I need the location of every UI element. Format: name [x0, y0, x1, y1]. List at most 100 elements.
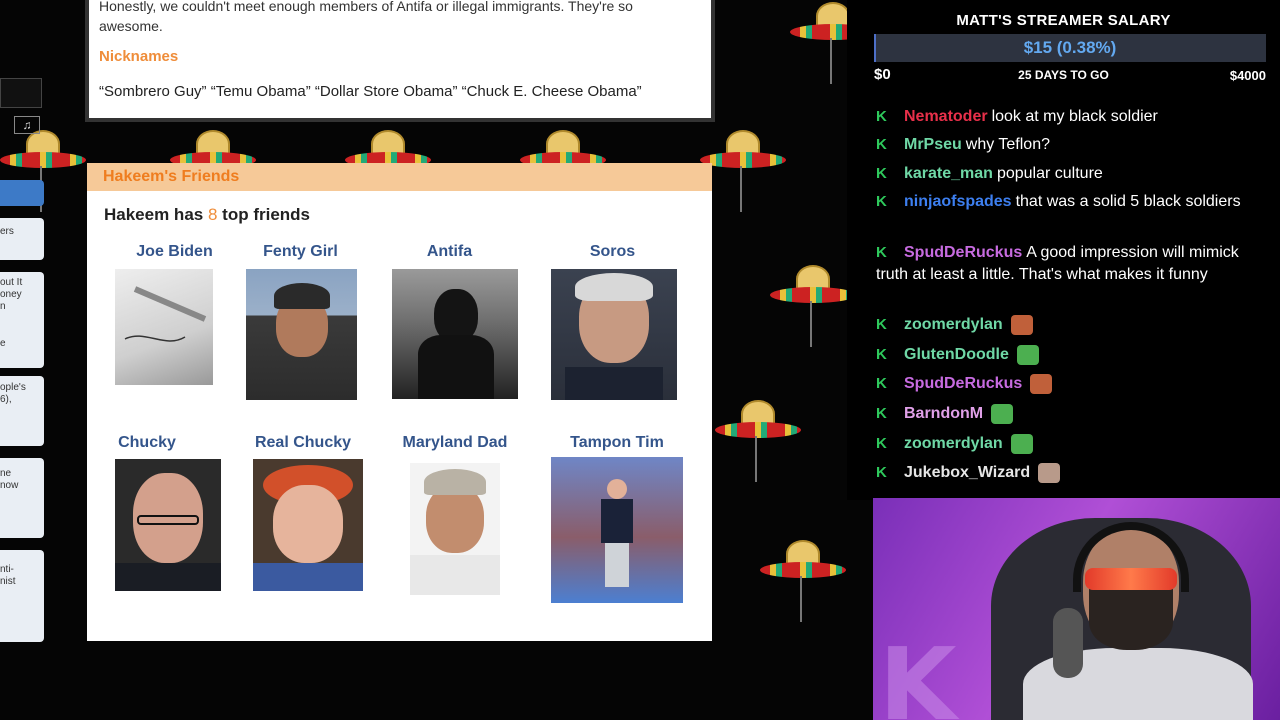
left-snippet: ers — [0, 226, 14, 237]
friend-tampon-tim[interactable]: Tampon Tim — [557, 434, 677, 452]
emote-icon — [1016, 344, 1039, 365]
sombrero-decoration — [700, 130, 786, 212]
left-snippet: nti- nist — [0, 564, 16, 587]
chat-username[interactable]: SpudDeRuckus — [904, 244, 1022, 261]
friend-fenty-girl[interactable]: Fenty Girl — [233, 243, 368, 261]
chat-message: K BarndonM — [876, 403, 1272, 425]
friends-count: Hakeem has 8 top friends — [104, 205, 311, 224]
kick-badge-icon: K — [876, 165, 887, 182]
left-panel-card — [0, 218, 44, 260]
sombrero-decoration — [715, 400, 801, 482]
chat-message: Kzoomerdylan — [876, 314, 1272, 336]
emote-icon — [1030, 373, 1053, 394]
beard — [1089, 588, 1173, 650]
music-note-icon[interactable]: ♫ — [14, 116, 40, 134]
left-snippet: out It oney n — [0, 277, 23, 312]
chat-username[interactable]: karate_man — [904, 165, 993, 182]
friend-photo-fenty-girl — [246, 269, 357, 400]
emote-icon — [991, 403, 1014, 424]
profile-card: Honestly, we couldn't meet enough member… — [85, 0, 715, 122]
left-browser-window: ♫ ers out It oney n e ople's 6), ne now … — [0, 0, 44, 648]
friend-photo-antifa — [392, 269, 518, 399]
friend-name: Joe Biden — [136, 243, 213, 260]
friend-photo-tampon-tim — [551, 457, 683, 603]
chat-message: K Jukebox_Wizard — [876, 462, 1272, 484]
chat-message: Kkarate_man popular culture — [876, 163, 1272, 185]
chat-message: Kninjaofspades that was a solid 5 black s… — [876, 191, 1272, 213]
chat-message: K GlutenDoodle — [876, 344, 1272, 366]
left-snippet: ople's 6), — [0, 382, 26, 405]
friends-card: Hakeem's Friends Hakeem has 8 top friend… — [87, 163, 712, 641]
nicknames-heading: Nicknames — [99, 48, 179, 65]
friend-photo-soros — [551, 269, 677, 400]
chat-message: K MrPseu why Teflon? — [876, 134, 1272, 156]
chat-text: that was a solid 5 black soldiers — [1015, 193, 1241, 210]
friend-name: Chucky — [118, 434, 176, 451]
sombrero-decoration — [760, 540, 846, 622]
chat-text: popular culture — [996, 165, 1103, 182]
salary-high: $4000 — [1229, 68, 1266, 83]
friend-photo-joe-biden — [115, 269, 213, 385]
chat-panel: MATT'S STREAMER SALARY $15 (0.38%) $0 25… — [847, 0, 1280, 500]
friend-antifa[interactable]: Antifa — [382, 243, 517, 261]
friend-name: Tampon Tim — [570, 434, 664, 451]
chat-username[interactable]: BarndonM — [904, 405, 983, 422]
friend-real-chucky[interactable]: Real Chucky — [247, 434, 359, 452]
kick-badge-icon: K — [876, 316, 887, 333]
chat-username[interactable]: Nematoder — [904, 108, 988, 125]
kick-badge-icon: K — [876, 108, 887, 125]
chat-message: Kzoomerdylan — [876, 433, 1272, 455]
friend-chucky[interactable]: Chucky — [107, 434, 187, 452]
microphone-icon — [1053, 608, 1083, 678]
webcam-feed: K — [873, 498, 1280, 720]
left-snippet: ne now — [0, 468, 19, 491]
kick-badge-icon: K — [876, 405, 887, 422]
nicknames-list: “Sombrero Guy” “Temu Obama” “Dollar Stor… — [99, 83, 642, 100]
friend-name: Fenty Girl — [263, 243, 338, 260]
friend-name: Real Chucky — [254, 434, 352, 451]
friend-name: Soros — [589, 243, 636, 260]
sombrero-decoration — [770, 265, 856, 347]
chat-username[interactable]: SpudDeRuckus — [904, 375, 1022, 392]
friend-photo-real-chucky — [253, 459, 363, 591]
chat-username[interactable]: MrPseu — [904, 136, 962, 153]
chat-message: K Nematoder look at my black soldier — [876, 106, 1272, 128]
friend-maryland-dad[interactable]: Maryland Dad — [397, 434, 513, 452]
emote-icon — [1038, 462, 1061, 483]
chat-username[interactable]: zoomerdylan — [904, 316, 1003, 333]
kick-badge-icon: K — [876, 244, 887, 261]
webcam-k-logo: K — [879, 626, 957, 720]
friend-name: Maryland Dad — [402, 434, 508, 451]
chat-username[interactable]: Jukebox_Wizard — [904, 464, 1030, 481]
kick-badge-icon: K — [876, 375, 887, 392]
chat-message: K SpudDeRuckus — [876, 373, 1272, 395]
audio-meter-icon — [0, 78, 42, 108]
left-snippet: e — [0, 338, 6, 349]
friend-photo-maryland-dad — [410, 463, 500, 595]
friend-joe-biden[interactable]: Joe Biden — [107, 243, 242, 261]
salary-days-left: 25 DAYS TO GO — [1018, 68, 1109, 82]
chat-message: K SpudDeRuckus A good impression will mimi… — [876, 242, 1272, 286]
salary-title: MATT'S STREAMER SALARY — [956, 12, 1171, 29]
friend-photo-chucky — [115, 459, 221, 591]
chat-username[interactable]: GlutenDoodle — [904, 346, 1009, 363]
kick-badge-icon: K — [876, 193, 887, 210]
chat-username[interactable]: zoomerdylan — [904, 435, 1003, 452]
chat-text: look at my black soldier — [991, 108, 1158, 125]
kick-badge-icon: K — [876, 464, 887, 481]
emote-icon — [1010, 314, 1033, 335]
friends-header: Hakeem's Friends — [87, 163, 712, 191]
kick-badge-icon: K — [876, 435, 887, 452]
friend-soros[interactable]: Soros — [545, 243, 680, 261]
chat-username[interactable]: ninjaofspades — [904, 193, 1012, 210]
salary-progress-bar: $15 (0.38%) — [874, 34, 1266, 62]
chat-text: why Teflon? — [965, 136, 1050, 153]
left-panel-tab[interactable] — [0, 180, 44, 206]
salary-amount: $15 (0.38%) — [1023, 38, 1117, 57]
friends-count-number: 8 — [207, 205, 218, 224]
kick-badge-icon: K — [876, 136, 887, 153]
emote-icon — [1010, 433, 1033, 454]
kick-badge-icon: K — [876, 346, 887, 363]
quote-text: Honestly, we couldn't meet enough member… — [99, 0, 633, 34]
friend-name: Antifa — [426, 243, 473, 260]
